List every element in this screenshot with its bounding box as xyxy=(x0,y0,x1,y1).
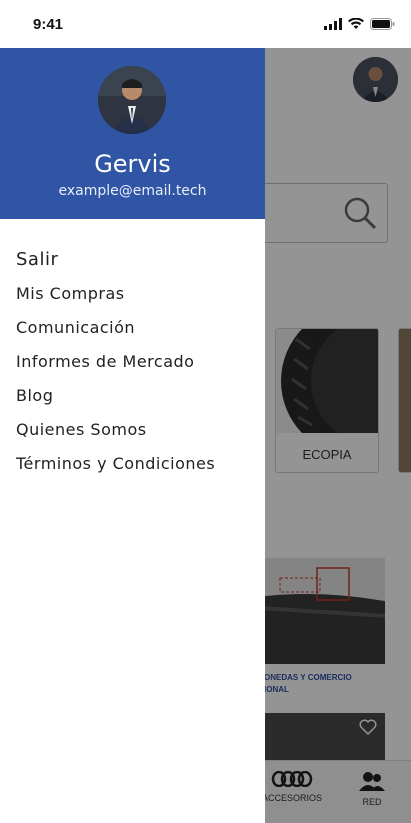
menu-item-blog[interactable]: Blog xyxy=(16,379,215,413)
menu-item-comunicacion[interactable]: Comunicación xyxy=(16,311,215,345)
signal-icon xyxy=(324,18,342,30)
battery-icon xyxy=(370,18,395,30)
profile-name: Gervis xyxy=(94,150,171,178)
menu-item-terminos-y-condiciones[interactable]: Términos y Condiciones xyxy=(16,447,215,481)
wifi-icon xyxy=(348,18,364,29)
menu-item-mis-compras[interactable]: Mis Compras xyxy=(16,277,215,311)
menu-item-salir[interactable]: Salir xyxy=(16,243,215,277)
status-time: 9:41 xyxy=(33,16,64,33)
profile-avatar[interactable] xyxy=(98,66,166,134)
status-icons xyxy=(324,18,395,30)
menu-item-informes-de-mercado[interactable]: Informes de Mercado xyxy=(16,345,215,379)
drawer-header: Gervis example@email.tech xyxy=(0,48,265,219)
status-bar: 9:41 xyxy=(0,0,411,48)
navigation-drawer: Gervis example@email.tech Salir Mis Comp… xyxy=(0,48,265,823)
drawer-menu: Salir Mis Compras Comunicación Informes … xyxy=(16,243,215,481)
menu-item-quienes-somos[interactable]: Quienes Somos xyxy=(16,413,215,447)
profile-email: example@email.tech xyxy=(58,183,207,199)
